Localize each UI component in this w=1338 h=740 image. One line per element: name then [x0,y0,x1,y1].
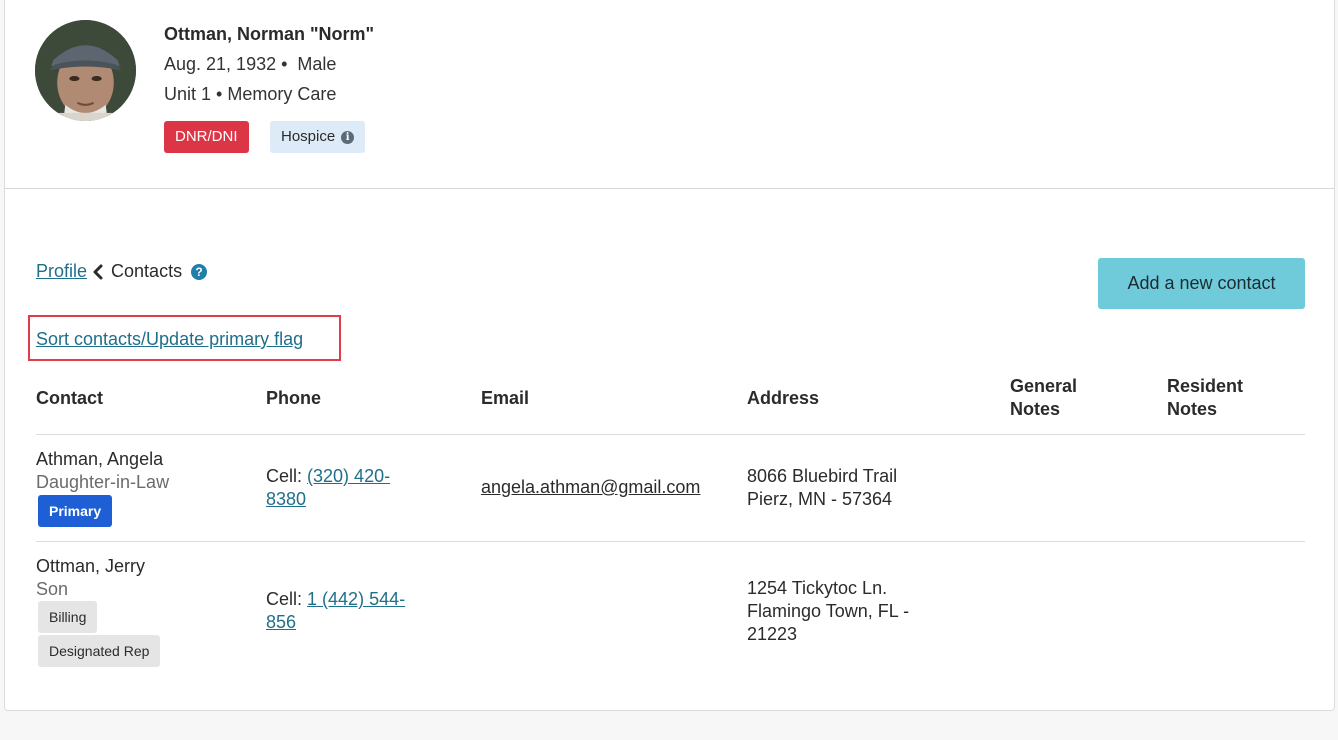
add-contact-button[interactable]: Add a new contact [1098,258,1305,309]
contact-name: Athman, Angela [36,449,164,469]
address-line2: Pierz, MN - 57364 [747,489,893,509]
contact-address: 1254 Tickytoc Ln. Flamingo Town, FL - 21… [747,577,909,646]
row-divider [36,541,1305,542]
header-phone: Phone [266,388,322,408]
header-contact: Contact [36,388,103,408]
breadcrumb-profile-link[interactable]: Profile [36,261,87,282]
dnr-badge: DNR/DNI [164,121,249,153]
contact-relation: Daughter-in-Law [36,472,170,492]
info-icon[interactable]: i [341,130,355,144]
resident-sex: Male [297,54,337,74]
contact-name: Ottman, Jerry [36,556,146,576]
phone-label: Cell: [266,466,303,486]
email-link[interactable]: angela.athman@gmail.com [481,476,700,499]
phone-label: Cell: [266,589,303,609]
breadcrumb-current: Contacts [111,261,183,281]
resident-name: Ottman, Norman "Norm" [164,24,375,44]
sort-contacts-link[interactable]: Sort contacts/Update primary flag [36,329,303,350]
header-address: Address [747,388,820,408]
header-divider [36,434,1305,435]
hospice-label: Hospice [281,128,336,145]
contact-address: 8066 Bluebird Trail Pierz, MN - 57364 [747,465,897,511]
address-line2: Flamingo Town, FL - [747,601,910,621]
address-line1: 8066 Bluebird Trail [747,466,898,486]
phone-link[interactable]: (320) 420- [307,466,390,486]
designated-rep-chip: Designated Rep [38,635,161,667]
phone-link-cont[interactable]: 8380 [266,488,390,511]
header-resident-notes: Resident Notes [1167,375,1243,421]
contact-relation: Son [36,579,69,599]
hospice-badge[interactable]: Hospice i [270,121,366,153]
resident-dob: Aug. 21, 1932 [164,54,277,74]
billing-chip: Billing [38,601,98,633]
header-resident-notes-line2: Notes [1167,399,1218,419]
resident-avatar [35,20,136,121]
help-icon[interactable]: ? [191,263,208,280]
header-resident-notes-line1: Resident [1167,376,1244,396]
resident-location: Unit 1 • Memory Care [164,84,337,104]
resident-dob-sex: Aug. 21, 1932 • Male [164,54,336,75]
resident-header: Ottman, Norman "Norm" Aug. 21, 1932 • Ma… [5,0,1334,189]
header-email: Email [481,388,530,408]
breadcrumb: Profile Contacts ? [36,261,208,282]
phone-link-cont[interactable]: 856 [266,611,405,634]
chevron-left-icon [93,264,103,279]
contact-phone: Cell: (320) 420- 8380 [266,465,390,511]
header-general-notes-line2: Notes [1010,399,1061,419]
primary-chip: Primary [38,495,113,527]
contact-phone: Cell: 1 (442) 544- 856 [266,588,405,634]
separator-dot: • [276,54,298,74]
header-general-notes-line1: General [1010,376,1078,396]
header-general-notes: General Notes [1010,375,1077,421]
phone-link[interactable]: 1 (442) 544- [307,589,405,609]
avatar-image [35,20,136,121]
resident-card: Ottman, Norman "Norm" Aug. 21, 1932 • Ma… [4,0,1335,711]
address-line3: 21223 [747,624,798,644]
address-line1: 1254 Tickytoc Ln. [747,578,888,598]
